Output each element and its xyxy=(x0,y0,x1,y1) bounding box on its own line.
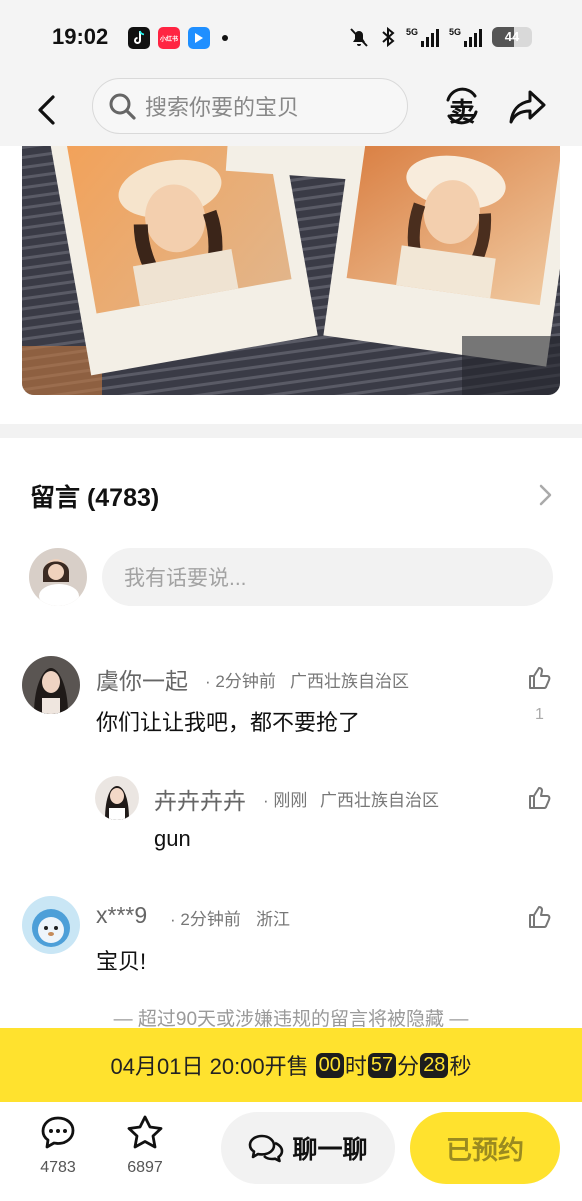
search-placeholder: 搜索你要的宝贝 xyxy=(145,95,300,120)
bottom-action-bar: 4783 6897 聊一聊 已预约 xyxy=(0,1102,582,1201)
like-count: 1 xyxy=(535,706,544,723)
commenter-avatar[interactable] xyxy=(22,896,80,954)
back-arrow-icon[interactable] xyxy=(30,92,66,128)
sell-label: 卖 xyxy=(449,97,476,127)
reply-author[interactable]: 卉卉卉卉 xyxy=(154,782,246,816)
battery-icon: 44 xyxy=(492,27,532,47)
countdown-hours: 00 xyxy=(315,1052,344,1078)
polaroid-photos-image xyxy=(22,146,560,395)
status-app-icons: 小红书 xyxy=(128,27,228,49)
chat-bubbles-icon xyxy=(249,1134,284,1163)
thumbs-up-icon[interactable] xyxy=(526,665,552,691)
tiktok-icon xyxy=(128,27,150,49)
system-icons: 5G 5G 44 xyxy=(348,26,532,48)
chevron-right-icon[interactable] xyxy=(534,482,556,508)
comment-text: 宝贝! xyxy=(96,949,147,974)
notification-dot xyxy=(222,35,228,41)
top-nav: 搜索你要的宝贝 卖 xyxy=(0,78,582,146)
comment-input[interactable]: 我有话要说... xyxy=(102,548,553,606)
sale-countdown-banner: 04月01日 20:00开售 00 时 57 分 28 秒 xyxy=(0,1028,582,1102)
comment-input-placeholder: 我有话要说... xyxy=(124,567,247,590)
product-photo[interactable] xyxy=(22,146,560,395)
comments-title: 留言 (4783) xyxy=(30,484,160,512)
comment-bubble-icon xyxy=(41,1116,75,1149)
battery-level: 44 xyxy=(504,29,520,44)
comment-text: 你们让让我吧，都不要抢了 xyxy=(96,710,361,735)
bluetooth-icon xyxy=(382,26,395,48)
signal-icon-1: 5G xyxy=(406,27,439,47)
favorite-count: 6897 xyxy=(127,1159,163,1176)
countdown-minutes-unit: 分 xyxy=(397,1054,420,1079)
comment-author[interactable]: 虞你一起 xyxy=(96,662,188,696)
reply-region: 广西壮族自治区 xyxy=(320,791,439,810)
signal-icon-2: 5G xyxy=(449,27,482,47)
commenter-avatar[interactable] xyxy=(22,656,80,714)
comments-button[interactable]: 4783 xyxy=(28,1114,88,1177)
hidden-comments-notice: — 超过90天或涉嫌违规的留言将被隐藏 — xyxy=(113,1009,469,1030)
search-icon xyxy=(109,93,136,120)
section-divider xyxy=(0,424,582,438)
countdown-seconds: 28 xyxy=(420,1052,449,1078)
xiaohongshu-label: 小红书 xyxy=(159,36,178,43)
reply-text: gun xyxy=(154,826,191,851)
booked-button-label: 已预约 xyxy=(445,1134,524,1165)
comment-region: 浙江 xyxy=(256,910,290,929)
signal-label-2: 5G xyxy=(448,27,461,37)
signal-label-1: 5G xyxy=(405,27,418,37)
chat-button-label: 聊一聊 xyxy=(292,1136,368,1164)
comment-count: 4783 xyxy=(40,1159,76,1176)
thumbs-up-icon[interactable] xyxy=(526,904,552,930)
comment-time: · 2分钟前 xyxy=(170,910,241,929)
countdown-minutes: 57 xyxy=(367,1052,397,1078)
xiaohongshu-icon: 小红书 xyxy=(158,27,180,49)
reply-avatar[interactable] xyxy=(95,776,139,820)
favorite-button[interactable]: 6897 xyxy=(115,1114,175,1177)
comment-author[interactable]: x***9 xyxy=(96,902,147,929)
search-input[interactable]: 搜索你要的宝贝 xyxy=(92,78,408,134)
sell-button[interactable]: 卖 xyxy=(442,86,482,127)
my-avatar[interactable] xyxy=(29,548,87,606)
booked-button[interactable]: 已预约 xyxy=(410,1112,560,1184)
status-time: 19:02 xyxy=(52,24,109,49)
reply-time: · 刚刚 xyxy=(263,791,308,810)
countdown-seconds-unit: 秒 xyxy=(449,1054,472,1079)
countdown-hours-unit: 时 xyxy=(344,1054,367,1079)
app-icon-blue xyxy=(188,27,210,49)
star-icon xyxy=(127,1115,163,1149)
chat-button[interactable]: 聊一聊 xyxy=(221,1112,395,1184)
thumbs-up-icon[interactable] xyxy=(526,785,552,811)
share-icon[interactable] xyxy=(508,88,548,126)
comment-time: · 2分钟前 xyxy=(205,672,276,691)
comment-region: 广西壮族自治区 xyxy=(290,672,409,691)
status-bar: 19:02 小红书 5G 5G 44 xyxy=(0,0,582,78)
sale-start-text: 04月01日 20:00开售 xyxy=(110,1054,309,1079)
mute-bell-icon xyxy=(350,28,368,47)
